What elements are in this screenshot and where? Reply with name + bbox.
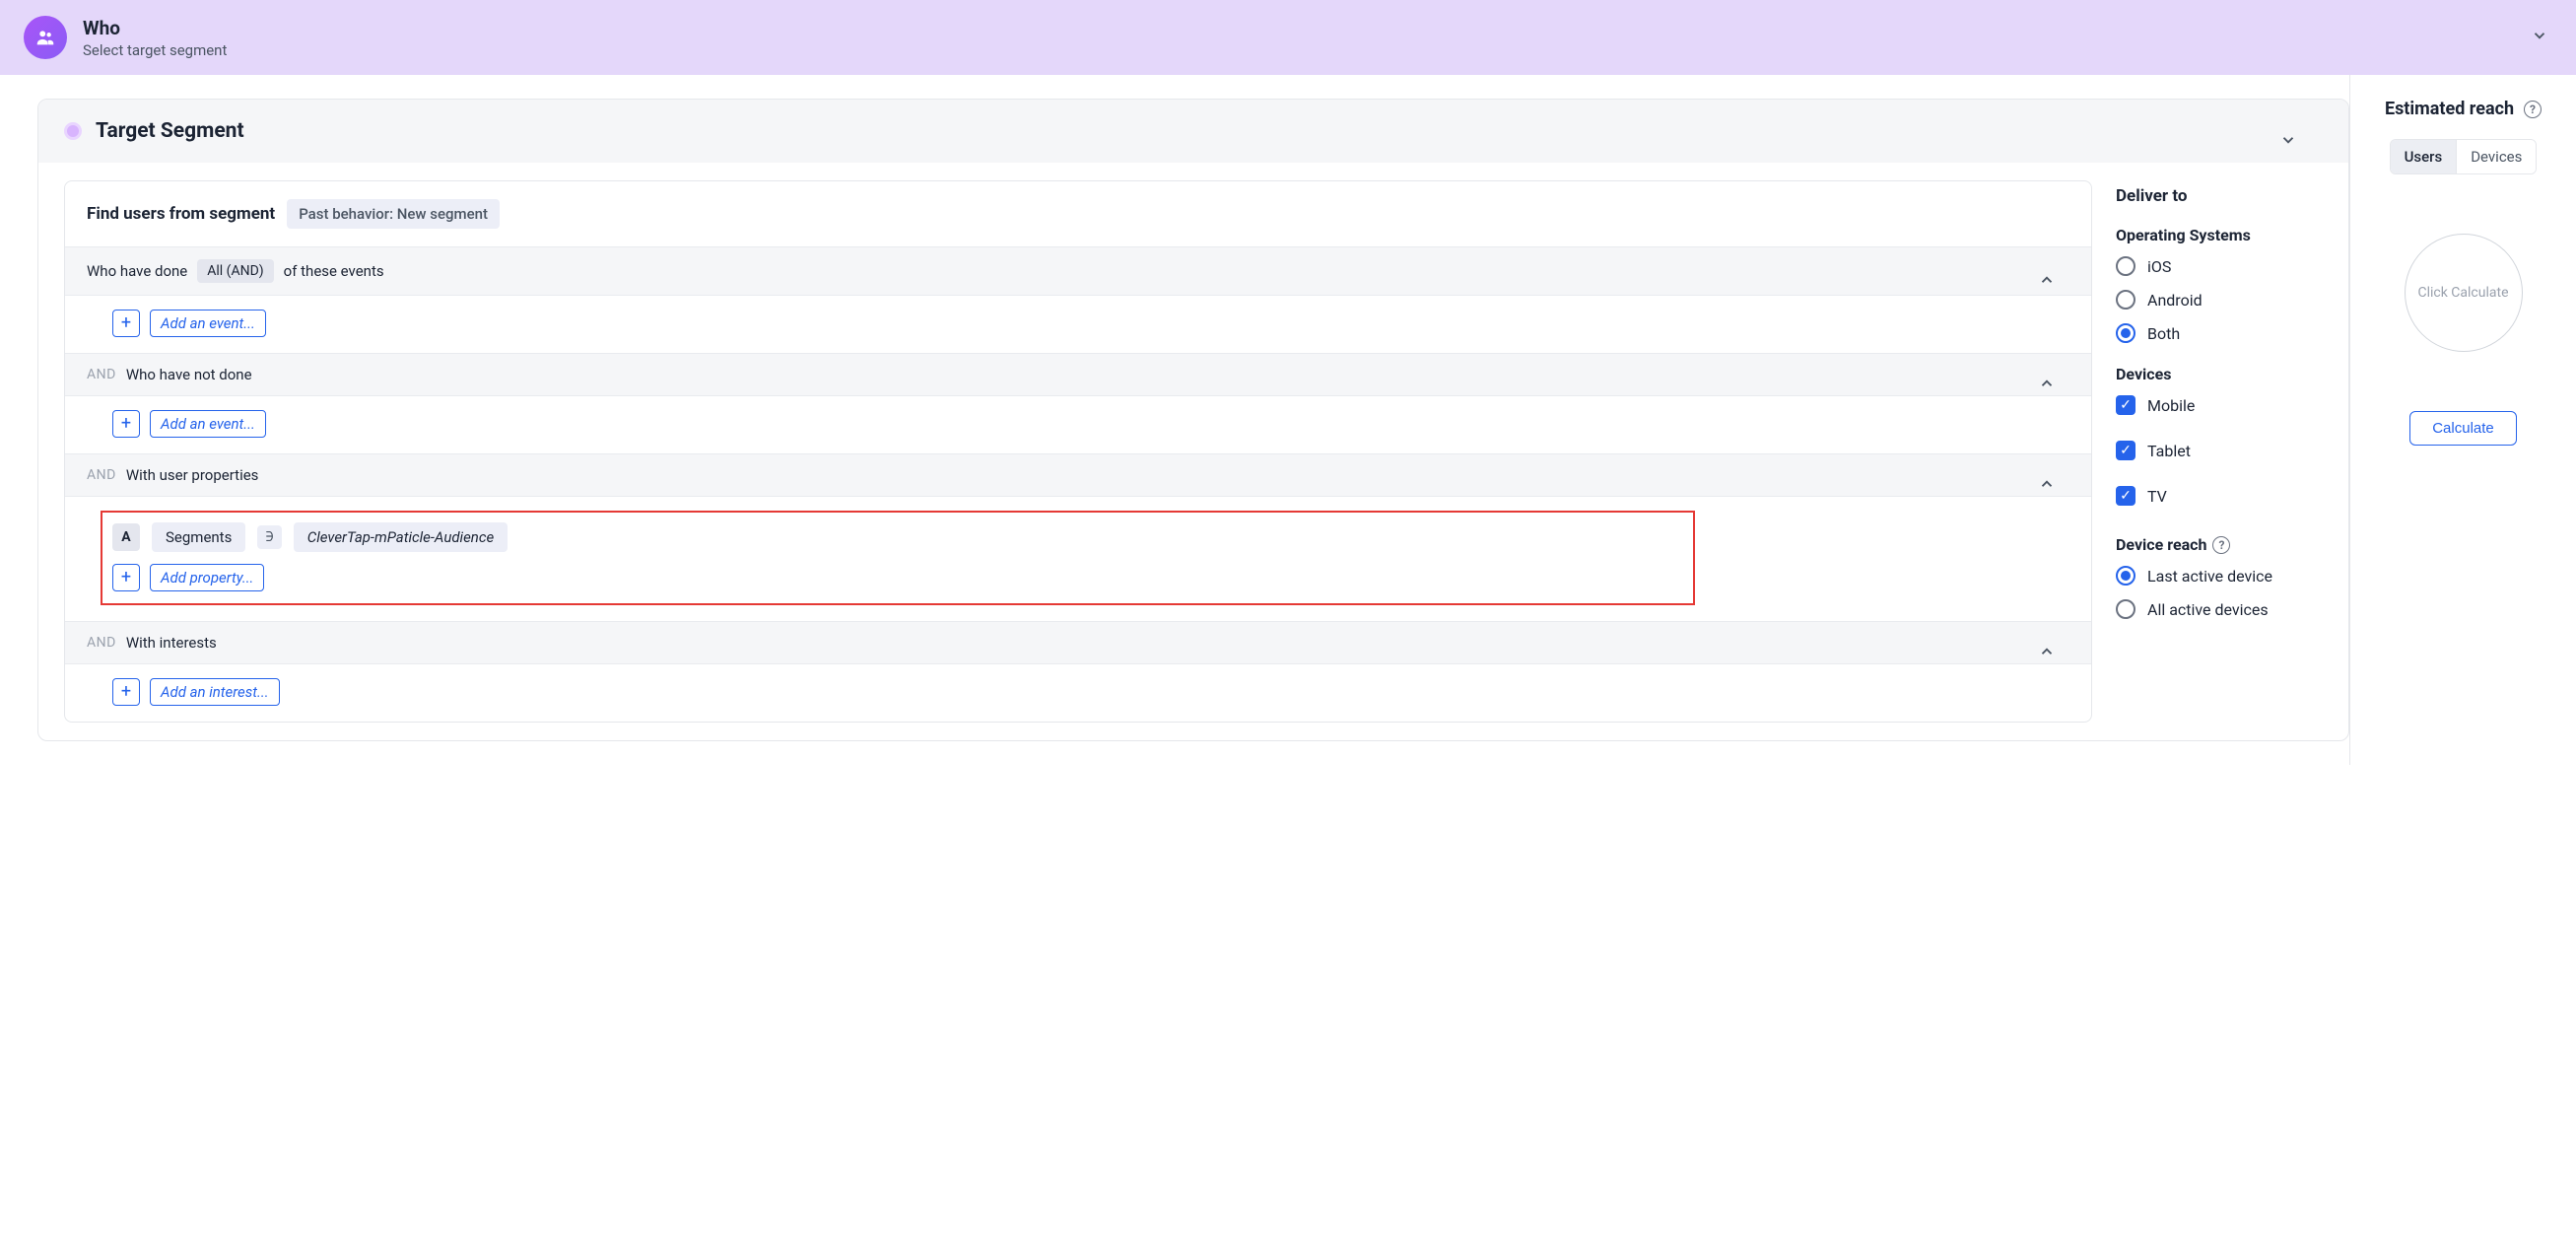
reach-option-label: All active devices (2147, 600, 2269, 619)
find-users-row: Find users from segment Past behavior: N… (65, 181, 2091, 246)
radio-icon (2116, 599, 2135, 619)
add-event-button[interactable]: Add an event... (150, 310, 266, 337)
radio-checked-icon (2116, 566, 2135, 586)
os-option-label: iOS (2147, 257, 2171, 276)
property-name-chip[interactable]: Segments (152, 522, 245, 552)
os-option-label: Both (2147, 324, 2180, 343)
estimated-reach-title: Estimated reach (2385, 99, 2514, 119)
devices-section-title: Devices (2116, 365, 2325, 383)
checkbox-checked-icon: ✓ (2116, 486, 2135, 506)
device-reach-title: Device reach (2116, 535, 2206, 554)
interests-label: With interests (126, 634, 217, 652)
reach-option-all-active[interactable]: All active devices (2116, 599, 2325, 619)
checkbox-checked-icon: ✓ (2116, 395, 2135, 415)
reach-tab-devices[interactable]: Devices (2457, 140, 2536, 173)
device-option-label: TV (2147, 487, 2167, 506)
os-option-android[interactable]: Android (2116, 290, 2325, 310)
reach-tab-users[interactable]: Users (2391, 140, 2457, 173)
have-done-suffix: of these events (284, 262, 384, 280)
have-done-prefix: Who have done (87, 262, 187, 280)
add-property-button[interactable]: Add property... (150, 564, 264, 591)
help-icon[interactable]: ? (2524, 101, 2542, 118)
device-option-label: Tablet (2147, 442, 2191, 460)
calculate-button[interactable]: Calculate (2409, 411, 2517, 446)
property-operator-chip[interactable]: ∋ (257, 525, 281, 549)
user-property-row: A Segments ∋ CleverTap-mPaticle-Audience (112, 522, 1683, 552)
user-property-highlight: A Segments ∋ CleverTap-mPaticle-Audience… (101, 511, 1695, 605)
condition-not-done-header[interactable]: AND Who have not done (65, 353, 2091, 396)
radio-icon (2116, 256, 2135, 276)
condition-have-done-header[interactable]: Who have done All (AND) of these events (65, 246, 2091, 296)
header-title: Who (83, 17, 227, 39)
add-interest-plus-button[interactable]: + (112, 678, 140, 706)
device-reach-title-row: Device reach ? (2116, 535, 2325, 554)
deliver-to-panel: Deliver to Operating Systems iOS Android… (2092, 163, 2348, 740)
os-option-label: Android (2147, 291, 2203, 310)
add-event-plus-button[interactable]: + (112, 310, 140, 337)
target-segment-card: Target Segment Find users from segment P… (37, 99, 2349, 741)
who-header[interactable]: Who Select target segment (0, 0, 2576, 75)
os-section-title: Operating Systems (2116, 226, 2325, 244)
condition-interests-header[interactable]: AND With interests (65, 621, 2091, 664)
os-option-ios[interactable]: iOS (2116, 256, 2325, 276)
header-subtitle: Select target segment (83, 41, 227, 59)
target-segment-header[interactable]: Target Segment (38, 100, 2348, 163)
device-option-mobile[interactable]: ✓ Mobile (2116, 395, 2325, 415)
estimated-reach-sidebar: Estimated reach ? Users Devices Click Ca… (2349, 75, 2576, 765)
help-icon[interactable]: ? (2212, 536, 2230, 554)
and-label: AND (87, 467, 116, 483)
device-option-label: Mobile (2147, 396, 2195, 415)
device-option-tv[interactable]: ✓ TV (2116, 486, 2325, 506)
radio-checked-icon (2116, 323, 2135, 343)
find-users-label: Find users from segment (87, 204, 275, 224)
target-segment-title: Target Segment (96, 119, 244, 143)
property-letter-chip: A (112, 523, 140, 551)
os-option-both[interactable]: Both (2116, 323, 2325, 343)
not-done-label: Who have not done (126, 366, 252, 383)
radio-icon (2116, 290, 2135, 310)
user-properties-label: With user properties (126, 466, 259, 484)
reach-option-label: Last active device (2147, 567, 2272, 586)
and-label: AND (87, 367, 116, 382)
segment-builder: Find users from segment Past behavior: N… (64, 180, 2092, 723)
people-icon (24, 16, 67, 59)
deliver-to-title: Deliver to (2116, 186, 2325, 206)
property-value-chip[interactable]: CleverTap-mPaticle-Audience (294, 522, 508, 552)
and-label: AND (87, 635, 116, 651)
chevron-down-icon[interactable] (2531, 27, 2548, 48)
reach-circle-placeholder: Click Calculate (2405, 234, 2523, 352)
device-option-tablet[interactable]: ✓ Tablet (2116, 441, 2325, 460)
add-interest-button[interactable]: Add an interest... (150, 678, 280, 706)
target-dot-icon (64, 122, 82, 140)
checkbox-checked-icon: ✓ (2116, 441, 2135, 460)
segment-badge[interactable]: Past behavior: New segment (287, 199, 500, 229)
reach-toggle-group: Users Devices (2390, 139, 2538, 174)
add-event-plus-button[interactable]: + (112, 410, 140, 438)
reach-option-last-active[interactable]: Last active device (2116, 566, 2325, 586)
have-done-operator[interactable]: All (AND) (197, 259, 273, 283)
condition-user-properties-header[interactable]: AND With user properties (65, 453, 2091, 497)
add-property-plus-button[interactable]: + (112, 564, 140, 591)
add-event-button[interactable]: Add an event... (150, 410, 266, 438)
